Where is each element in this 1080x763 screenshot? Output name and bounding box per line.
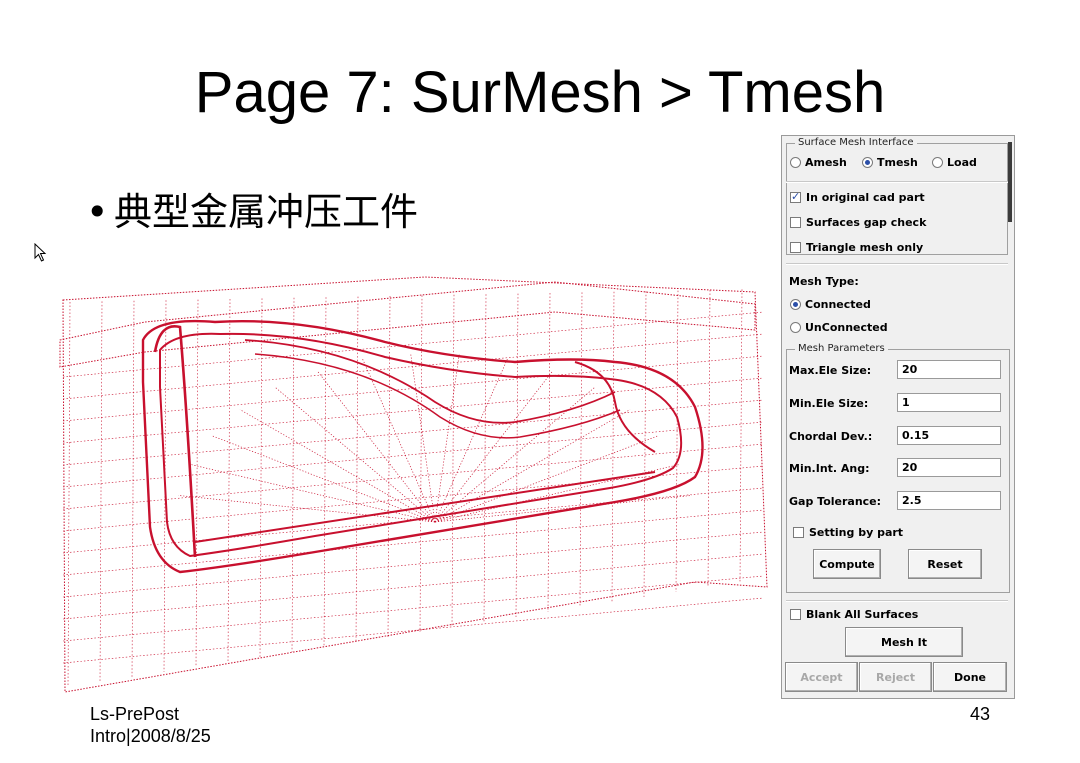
min-int-ang-label: Min.Int. Ang:: [789, 462, 870, 475]
reset-button[interactable]: Reset: [908, 549, 982, 579]
bullet-dot: •: [86, 190, 109, 234]
panel-scrollbar[interactable]: [1008, 142, 1012, 222]
flange-grid-line: [291, 297, 295, 653]
flange-grid-line: [451, 294, 455, 628]
radio-icon: [790, 322, 801, 333]
accept-button[interactable]: Accept: [785, 662, 858, 692]
mesh-wireframe-view: [59, 276, 768, 693]
inner-mesh-line: [362, 358, 436, 523]
flange-grid-line: [259, 298, 263, 658]
min-ele-size-input[interactable]: 1: [897, 393, 1001, 412]
flange-grid-line: [99, 301, 103, 683]
inner-mesh-line: [434, 352, 460, 523]
checkbox-checked-icon: [790, 190, 801, 203]
footer-date: Intro|2008/8/25: [90, 726, 211, 746]
flange-grid-line: [419, 295, 423, 633]
inner-mesh-line: [178, 495, 436, 523]
bullet-item: • 典型金属冲压工件: [86, 188, 418, 236]
page-number: 43: [969, 704, 990, 724]
reject-button[interactable]: Reject: [859, 662, 932, 692]
flange-grid-line: [579, 292, 583, 608]
mouse-cursor-icon: [34, 243, 47, 262]
inner-mesh-line: [190, 464, 436, 523]
flange-sheet: [62, 276, 768, 693]
flange-grid-line: [62, 421, 764, 488]
bullet-text: 典型金属冲压工件: [114, 190, 419, 234]
flange-grid-line: [62, 597, 764, 664]
done-button[interactable]: Done: [933, 662, 1007, 692]
min-int-ang-input[interactable]: 20: [897, 458, 1001, 477]
mesh-it-button[interactable]: Mesh It: [845, 627, 963, 657]
inner-mesh-line: [410, 352, 436, 523]
flange-grid-line: [739, 289, 743, 583]
flange-grid-line: [67, 301, 71, 688]
checkbox-icon: [790, 609, 801, 620]
surface-mesh-group-title: Surface Mesh Interface: [795, 136, 917, 150]
surfaces-gap-check-checkbox[interactable]: Surfaces gap check: [790, 216, 926, 229]
footer-left: Ls-PrePost Intro|2008/8/25: [90, 703, 211, 747]
mode-tmesh-radio[interactable]: Tmesh: [862, 156, 918, 169]
setting-by-part-checkbox[interactable]: Setting by part: [793, 526, 903, 539]
mesh-type-connected-radio[interactable]: Connected: [790, 298, 871, 311]
footer-product: Ls-PrePost: [90, 704, 180, 724]
mesh-parameters-title: Mesh Parameters: [795, 342, 888, 356]
original-cad-part-checkbox[interactable]: In original cad part: [790, 190, 925, 204]
separator: [786, 263, 1008, 265]
checkbox-icon: [790, 217, 801, 228]
flange-grid-line: [547, 292, 551, 613]
flange-grid-line: [611, 291, 615, 603]
flange-grid-line: [195, 299, 199, 668]
mode-load-radio[interactable]: Load: [932, 156, 977, 169]
mesh-type-label: Mesh Type:: [789, 275, 859, 288]
flange-grid-line: [707, 289, 711, 588]
chordal-dev-input[interactable]: 0.15: [897, 426, 1001, 445]
compute-button[interactable]: Compute: [813, 549, 881, 579]
flange-grid-line: [675, 290, 679, 593]
gap-tolerance-label: Gap Tolerance:: [789, 495, 882, 508]
flange-grid-line: [515, 293, 519, 618]
radio-icon: [932, 157, 943, 168]
slide: Page 7: SurMesh > Tmesh • 典型金属冲压工件 Ls-Pre…: [0, 0, 1080, 763]
flange-grid-line: [387, 295, 391, 638]
slide-title: Page 7: SurMesh > Tmesh: [194, 60, 886, 125]
inner-mesh-line: [275, 387, 436, 523]
flange-grid-line: [62, 575, 764, 642]
flange-grid-line: [131, 300, 135, 678]
inner-mesh-line: [239, 409, 436, 523]
flange-grid-line: [227, 298, 231, 663]
gap-tolerance-input[interactable]: 2.5: [897, 491, 1001, 510]
separator: [786, 600, 1008, 602]
mode-amesh-radio[interactable]: Amesh: [790, 156, 847, 169]
part-inner-rim: [159, 332, 683, 558]
surface-mesh-panel: Surface Mesh Interface Amesh Tmesh Load …: [781, 135, 1015, 699]
radio-selected-icon: [862, 157, 873, 168]
blank-all-surfaces-checkbox[interactable]: Blank All Surfaces: [790, 608, 918, 621]
min-ele-size-label: Min.Ele Size:: [789, 397, 869, 410]
separator: [786, 181, 1008, 183]
flange-grid-line: [62, 399, 764, 466]
chordal-dev-label: Chordal Dev.:: [789, 430, 873, 443]
mesh-type-unconnected-radio[interactable]: UnConnected: [790, 321, 888, 334]
part-outer-rim: [141, 319, 704, 574]
checkbox-icon: [793, 527, 804, 538]
checkbox-icon: [790, 242, 801, 253]
max-ele-size-input[interactable]: 20: [897, 360, 1001, 379]
triangle-mesh-only-checkbox[interactable]: Triangle mesh only: [790, 241, 923, 254]
max-ele-size-label: Max.Ele Size:: [789, 364, 872, 377]
radio-selected-icon: [790, 299, 801, 310]
radio-icon: [790, 157, 801, 168]
